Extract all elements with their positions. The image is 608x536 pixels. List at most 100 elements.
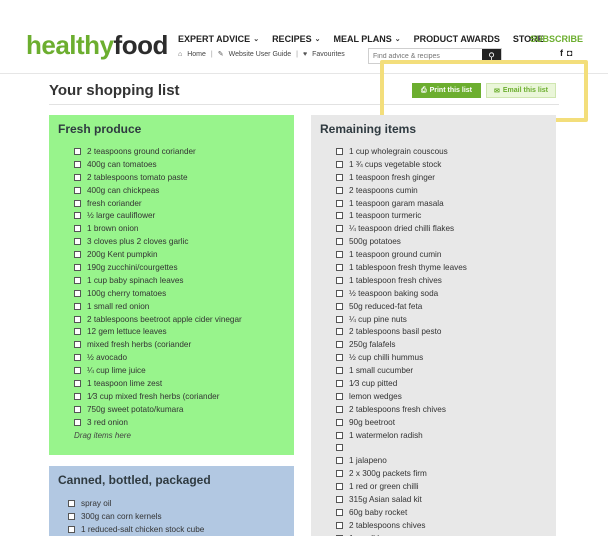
list-item[interactable]: ¼ cup lime juice [74, 364, 285, 377]
item-checkbox[interactable] [74, 173, 81, 181]
list-item[interactable]: lemon wedges [336, 390, 547, 403]
item-checkbox[interactable] [336, 392, 343, 400]
subnav-link-website-user-guide[interactable]: Website User Guide [229, 51, 292, 58]
item-checkbox[interactable] [74, 147, 81, 155]
list-item[interactable]: 12 gem lettuce leaves [74, 325, 285, 338]
list-item[interactable]: mixed fresh herbs (coriander [74, 338, 285, 351]
site-logo[interactable]: healthyfood [26, 30, 168, 61]
list-item[interactable]: 1 teaspoon lime zest [74, 377, 285, 390]
list-item[interactable]: ½ teaspoon baking soda [336, 287, 547, 300]
list-item[interactable]: 300g can corn kernels [68, 510, 285, 523]
subnav-link-favourites[interactable]: Favourites [312, 51, 345, 58]
item-checkbox[interactable] [336, 173, 343, 181]
item-checkbox[interactable] [74, 263, 81, 271]
list-item[interactable]: 1⁄3 cup pitted [336, 377, 547, 390]
item-checkbox[interactable] [74, 251, 81, 259]
item-checkbox[interactable] [74, 405, 81, 413]
item-checkbox[interactable] [74, 328, 81, 336]
list-item[interactable]: 2 teaspoons cumin [336, 184, 547, 197]
list-item[interactable]: 1 ¾ cups vegetable stock [336, 158, 547, 171]
item-checkbox[interactable] [336, 495, 343, 503]
list-item[interactable]: 500g potatoes [336, 235, 547, 248]
list-item[interactable]: 1 tablespoon fresh thyme leaves [336, 261, 547, 274]
item-checkbox[interactable] [336, 444, 343, 452]
list-item[interactable]: 1 red or green chilli [336, 480, 547, 493]
item-checkbox[interactable] [336, 225, 343, 233]
item-checkbox[interactable] [336, 251, 343, 259]
list-item[interactable]: ½ large cauliflower [74, 209, 285, 222]
item-checkbox[interactable] [336, 521, 343, 529]
list-item[interactable]: 100g cherry tomatoes [74, 287, 285, 300]
print-list-button[interactable]: ⎙ Print this list [412, 83, 481, 98]
list-item[interactable]: 2 teaspoons ground coriander [74, 145, 285, 158]
instagram-icon[interactable]: ◘ [567, 48, 572, 58]
list-item[interactable]: ½ cup chilli hummus [336, 351, 547, 364]
list-item[interactable]: ¼ teaspoon dried chilli flakes [336, 222, 547, 235]
list-item[interactable] [336, 441, 547, 454]
list-item[interactable]: 1 cup wholegrain couscous [336, 145, 547, 158]
item-checkbox[interactable] [336, 147, 343, 155]
item-checkbox[interactable] [74, 238, 81, 246]
list-item[interactable]: 1 teaspoon garam masala [336, 197, 547, 210]
list-item[interactable]: 1 teaspoon turmeric [336, 209, 547, 222]
list-item[interactable]: fresh coriander [74, 197, 285, 210]
item-checkbox[interactable] [74, 225, 81, 233]
nav-item-recipes[interactable]: RECIPES ⌄ [272, 34, 320, 44]
nav-item-product-awards[interactable]: PRODUCT AWARDS [414, 34, 500, 44]
item-checkbox[interactable] [336, 186, 343, 194]
list-item[interactable]: 315g Asian salad kit [336, 493, 547, 506]
list-item[interactable]: 1 tablespoon fresh chives [336, 274, 547, 287]
subscribe-link[interactable]: SUBSCRIBE [530, 34, 583, 44]
list-item[interactable]: 90g beetroot [336, 416, 547, 429]
item-checkbox[interactable] [336, 405, 343, 413]
email-list-button[interactable]: ✉ Email this list [486, 83, 556, 98]
item-checkbox[interactable] [336, 289, 343, 297]
item-checkbox[interactable] [336, 263, 343, 271]
item-checkbox[interactable] [336, 315, 343, 323]
list-item[interactable]: 400g can tomatoes [74, 158, 285, 171]
list-item[interactable]: 1 cup baby spinach leaves [74, 274, 285, 287]
item-checkbox[interactable] [336, 341, 343, 349]
list-item[interactable]: 1 brown onion [74, 222, 285, 235]
list-item[interactable]: 60g baby rocket [336, 506, 547, 519]
item-checkbox[interactable] [74, 418, 81, 426]
item-checkbox[interactable] [336, 160, 343, 168]
list-item[interactable]: 200g Kent pumpkin [74, 248, 285, 261]
item-checkbox[interactable] [336, 302, 343, 310]
list-item[interactable]: 1 small red onion [74, 300, 285, 313]
list-item[interactable]: 1 small lemon [336, 532, 547, 536]
item-checkbox[interactable] [336, 367, 343, 375]
item-checkbox[interactable] [74, 289, 81, 297]
item-checkbox[interactable] [336, 238, 343, 246]
list-item[interactable]: ¼ cup pine nuts [336, 313, 547, 326]
list-item[interactable]: 1 watermelon radish [336, 429, 547, 442]
item-checkbox[interactable] [68, 525, 75, 533]
list-item[interactable]: 750g sweet potato/kumara [74, 403, 285, 416]
list-item[interactable]: 2 tablespoons beetroot apple cider vineg… [74, 313, 285, 326]
item-checkbox[interactable] [336, 199, 343, 207]
list-item[interactable]: 1⁄3 cup mixed fresh herbs (coriander [74, 390, 285, 403]
item-checkbox[interactable] [336, 328, 343, 336]
list-item[interactable]: 3 red onion [74, 416, 285, 429]
item-checkbox[interactable] [336, 470, 343, 478]
list-item[interactable]: 1 reduced-salt chicken stock cube [68, 523, 285, 536]
item-checkbox[interactable] [74, 379, 81, 387]
subnav-link-home[interactable]: Home [187, 51, 206, 58]
nav-item-meal-plans[interactable]: MEAL PLANS ⌄ [333, 34, 400, 44]
item-checkbox[interactable] [74, 160, 81, 168]
item-checkbox[interactable] [336, 354, 343, 362]
item-checkbox[interactable] [336, 212, 343, 220]
nav-item-expert-advice[interactable]: EXPERT ADVICE ⌄ [178, 34, 259, 44]
item-checkbox[interactable] [74, 354, 81, 362]
list-item[interactable]: 1 teaspoon ground cumin [336, 248, 547, 261]
item-checkbox[interactable] [336, 276, 343, 284]
list-item[interactable]: 250g falafels [336, 338, 547, 351]
item-checkbox[interactable] [336, 483, 343, 491]
list-item[interactable]: spray oil [68, 497, 285, 510]
list-item[interactable]: 2 tablespoons fresh chives [336, 403, 547, 416]
item-checkbox[interactable] [74, 186, 81, 194]
item-checkbox[interactable] [74, 199, 81, 207]
item-checkbox[interactable] [74, 315, 81, 323]
list-item[interactable]: 2 tablespoons tomato paste [74, 171, 285, 184]
item-checkbox[interactable] [74, 367, 81, 375]
